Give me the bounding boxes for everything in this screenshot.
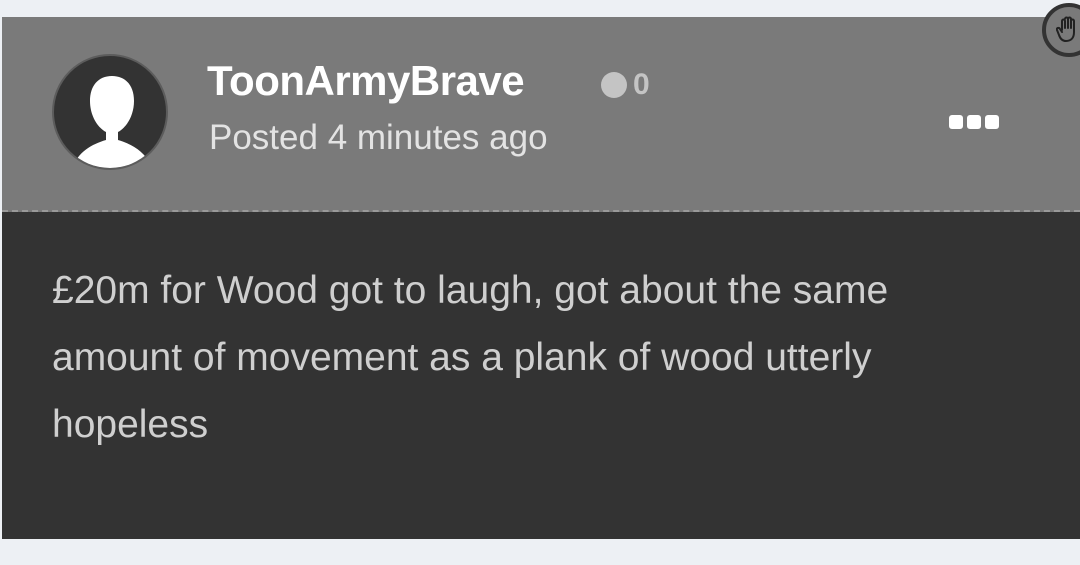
hand-pointer-icon	[1056, 16, 1075, 42]
ellipsis-dot-icon	[949, 115, 963, 129]
post-timestamp: Posted 4 minutes ago	[209, 118, 548, 157]
avatar[interactable]	[52, 54, 168, 170]
ellipsis-dot-icon	[967, 115, 981, 129]
reputation-dot-icon	[601, 72, 627, 98]
post-content: £20m for Wood got to laugh, got about th…	[52, 269, 889, 446]
forum-post-card: ToonArmyBrave 0 Posted 4 minutes ago £20…	[2, 17, 1080, 539]
user-silhouette-icon	[72, 76, 152, 168]
post-header: ToonArmyBrave 0 Posted 4 minutes ago	[2, 17, 1080, 212]
reputation-badge: 0	[601, 70, 650, 100]
more-options-button[interactable]	[949, 112, 999, 132]
reputation-count: 0	[633, 68, 650, 101]
ellipsis-dot-icon	[985, 115, 999, 129]
author-name[interactable]: ToonArmyBrave	[207, 57, 525, 105]
